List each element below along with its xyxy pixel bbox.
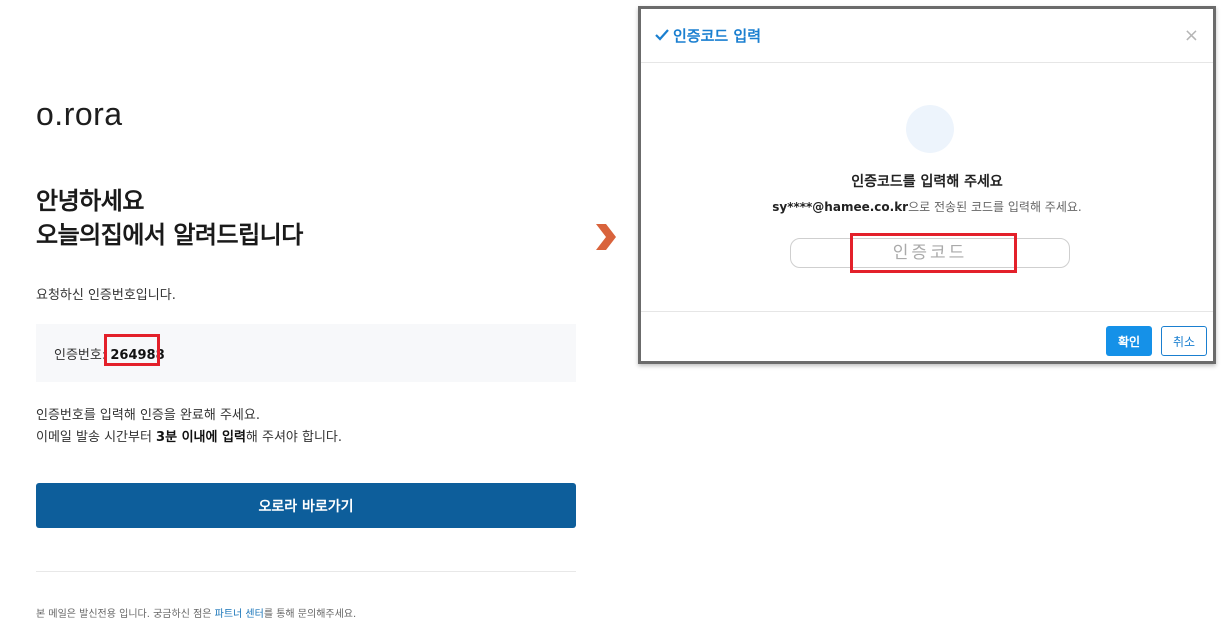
dialog-header: 인증코드 입력 × xyxy=(641,9,1213,63)
verification-code-box: 인증번호: 264988 xyxy=(36,324,576,382)
chevron-right-icon xyxy=(594,224,616,254)
headline-line-1: 안녕하세요 xyxy=(36,187,144,215)
verification-code-dialog: 인증코드 입력 × 인증코드를 입력해 주세요 sy****@hamee.co.… xyxy=(638,6,1216,364)
dialog-footer: 확인 취소 xyxy=(641,311,1213,362)
email-footer: 본 메일은 발신전용 입니다. 궁금하신 점은 파트너 센터를 통해 문의해주세… xyxy=(36,605,356,620)
code-highlight-box xyxy=(104,334,160,366)
instruction-line-1: 인증번호를 입력해 인증을 완료해 주세요. xyxy=(36,408,260,423)
partner-center-link[interactable]: 파트너 센터 xyxy=(215,609,264,620)
instruction-line-2: 이메일 발송 시간부터 3분 이내에 입력해 주셔야 합니다. xyxy=(36,427,342,449)
instruction-post: 해 주셔야 합니다. xyxy=(245,430,343,445)
masked-email: sy****@hamee.co.kr xyxy=(772,200,909,214)
dialog-heading: 인증코드를 입력해 주세요 xyxy=(851,174,1003,190)
check-icon xyxy=(655,27,669,45)
headline-line-2: 오늘의집에서 알려드립니다 xyxy=(36,221,303,249)
footer-divider xyxy=(36,571,576,572)
instruction-pre: 이메일 발송 시간부터 xyxy=(36,430,157,445)
dialog-subtext-rest: 으로 전송된 코드를 입력해 주세요. xyxy=(908,200,1082,214)
verification-code-input[interactable] xyxy=(790,238,1070,268)
orora-shortcut-button[interactable]: 오로라 바로가기 xyxy=(36,483,576,528)
footer-post: 를 통해 문의해주세요. xyxy=(263,609,357,620)
dialog-title-text: 인증코드 입력 xyxy=(673,27,762,45)
dialog-title: 인증코드 입력 xyxy=(655,25,761,46)
dialog-body: 인증코드를 입력해 주세요 sy****@hamee.co.kr으로 전송된 코… xyxy=(641,63,1213,311)
close-icon[interactable]: × xyxy=(1184,25,1199,46)
footer-pre: 본 메일은 발신전용 입니다. 궁금하신 점은 xyxy=(36,609,215,620)
confirm-button[interactable]: 확인 xyxy=(1106,326,1152,356)
dialog-subtext: sy****@hamee.co.kr으로 전송된 코드를 입력해 주세요. xyxy=(641,198,1213,215)
email-intro: 요청하신 인증번호입니다. xyxy=(36,288,176,303)
code-label: 인증번호: xyxy=(54,348,111,363)
instruction-bold: 3분 이내에 입력 xyxy=(156,430,246,445)
email-instructions: 인증번호를 입력해 인증을 완료해 주세요. 이메일 발송 시간부터 3분 이내… xyxy=(36,405,342,449)
email-content: o.rora 안녕하세요 오늘의집에서 알려드립니다 요청하신 인증번호입니다.… xyxy=(36,0,576,625)
email-headline: 안녕하세요 오늘의집에서 알려드립니다 xyxy=(36,184,303,252)
cancel-button[interactable]: 취소 xyxy=(1161,326,1207,356)
orora-logo: o.rora xyxy=(36,96,123,132)
dialog-illustration-circle xyxy=(906,105,954,153)
